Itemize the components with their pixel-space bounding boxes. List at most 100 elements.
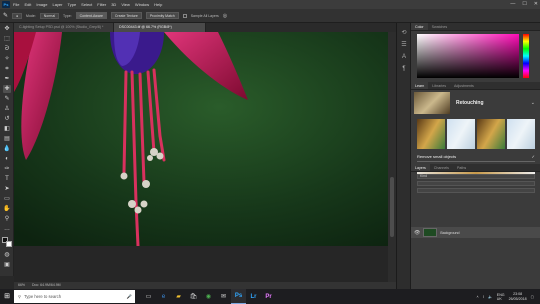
color-swatches[interactable] — [2, 237, 12, 247]
tutorial-thumbnails[interactable] — [411, 116, 540, 152]
lasso-tool-icon[interactable]: ᘐ — [3, 45, 11, 53]
taskbar-search[interactable]: ⚲ Type here to search 🎤 — [14, 290, 135, 303]
character-panel-icon[interactable]: A — [400, 53, 408, 61]
more-tools-icon[interactable]: … — [3, 225, 11, 233]
menu-filter[interactable]: Filter — [97, 2, 106, 7]
eyedropper-tool-icon[interactable]: ✒ — [3, 75, 11, 83]
sample-all-layers-checkbox[interactable] — [182, 13, 187, 18]
eye-icon[interactable]: 👁 — [414, 230, 420, 236]
chevron-down-icon[interactable]: ⌄ — [531, 100, 535, 106]
checkmark-icon: ✓ — [531, 154, 535, 159]
shape-tool-icon[interactable]: ▭ — [3, 195, 11, 203]
network-icon[interactable]: ⌇ — [483, 295, 485, 299]
properties-panel-icon[interactable]: ☰ — [400, 41, 408, 49]
minimize-icon[interactable]: — — [510, 1, 515, 7]
menu-view[interactable]: View — [121, 2, 130, 7]
fuchsia-photo — [14, 32, 388, 246]
mode-select[interactable]: Normal — [39, 12, 60, 19]
blur-tool-icon[interactable]: 💧 — [3, 145, 11, 153]
store-icon[interactable]: 🛍 — [186, 289, 201, 304]
lightroom-taskbar-icon[interactable]: Lr — [246, 289, 261, 304]
edge-icon[interactable]: e — [156, 289, 171, 304]
tab-layers[interactable]: Layers — [411, 164, 430, 171]
proximity-match-button[interactable]: Proximity Match — [145, 12, 179, 19]
content-aware-button[interactable]: Content-Aware — [75, 12, 107, 19]
menu-layer[interactable]: Layer — [52, 2, 62, 7]
gradient-tool-icon[interactable]: ▤ — [3, 135, 11, 143]
volume-icon[interactable]: 🔈 — [488, 295, 492, 299]
menu-image[interactable]: Image — [36, 2, 47, 7]
quick-select-tool-icon[interactable]: ✧ — [3, 55, 11, 63]
microphone-icon[interactable]: 🎤 — [127, 294, 132, 300]
menu-window[interactable]: Window — [135, 2, 149, 7]
zoom-tool-icon[interactable]: ⚲ — [3, 215, 11, 223]
layer-thumbnail — [423, 228, 438, 237]
layer-row-background[interactable]: 👁 Background — [411, 227, 540, 238]
brush-tool-icon[interactable]: ✎ — [3, 95, 11, 103]
scroll-thumb[interactable] — [390, 177, 394, 237]
eraser-tool-icon[interactable]: ◧ — [3, 125, 11, 133]
clone-stamp-tool-icon[interactable]: ♙ — [3, 105, 11, 113]
hue-slider[interactable] — [523, 34, 529, 78]
tab-adjustments[interactable]: Adjustments — [450, 82, 478, 89]
menu-edit[interactable]: Edit — [24, 2, 31, 7]
layer-filter[interactable]: Kind — [417, 174, 535, 179]
document-canvas[interactable] — [14, 32, 388, 246]
lock-row[interactable] — [417, 188, 535, 193]
zoom-level[interactable]: 66% — [18, 283, 25, 287]
windows-start-icon[interactable]: ⊞ — [0, 289, 14, 304]
tab-learn[interactable]: Learn — [411, 82, 429, 89]
history-brush-tool-icon[interactable]: ↺ — [3, 115, 11, 123]
menu-file[interactable]: File — [13, 2, 19, 7]
screen-mode-icon[interactable]: ▣ — [3, 261, 11, 269]
tab-channels[interactable]: Channels — [430, 164, 453, 171]
task-view-icon[interactable]: ▭ — [141, 289, 156, 304]
dodge-tool-icon[interactable]: ◐ — [3, 155, 11, 163]
tab-color[interactable]: Color — [411, 23, 428, 30]
tab-paths[interactable]: Paths — [453, 164, 470, 171]
spot-healing-brush-icon[interactable]: ✎ — [3, 12, 8, 19]
type-tool-icon[interactable]: T — [3, 175, 11, 183]
blend-mode-row[interactable] — [417, 181, 535, 186]
vertical-scrollbar[interactable] — [388, 32, 396, 282]
tutorial-item[interactable]: Remove small objects ✓ — [417, 154, 535, 162]
photoshop-taskbar-icon[interactable]: Ps — [231, 289, 246, 304]
quick-mask-icon[interactable]: ◍ — [3, 251, 11, 259]
maximize-icon[interactable]: ☐ — [522, 1, 526, 7]
notifications-icon[interactable]: ▢ — [531, 295, 534, 299]
chrome-icon[interactable]: ◉ — [201, 289, 216, 304]
color-picker-field[interactable] — [417, 34, 519, 78]
mail-icon[interactable]: ✉ — [216, 289, 231, 304]
clock[interactable]: 23:08 26/05/2018 — [509, 292, 527, 301]
menu-help[interactable]: Help — [154, 2, 162, 7]
move-tool-icon[interactable]: ✥ — [3, 25, 11, 33]
marquee-tool-icon[interactable]: ⬚ — [3, 35, 11, 43]
pen-tool-icon[interactable]: ✑ — [3, 165, 11, 173]
tab-swatches[interactable]: Swatches — [428, 23, 452, 30]
history-panel-icon[interactable]: ⟲ — [400, 29, 408, 37]
menu-type[interactable]: Type — [68, 2, 77, 7]
tab-libraries[interactable]: Libraries — [428, 82, 450, 89]
path-select-tool-icon[interactable]: ➤ — [3, 185, 11, 193]
premiere-taskbar-icon[interactable]: Pr — [261, 289, 276, 304]
menu-3d[interactable]: 3D — [111, 2, 116, 7]
paragraph-panel-icon[interactable]: ¶ — [400, 65, 408, 73]
learn-topic-title: Retouching — [456, 100, 484, 106]
crop-tool-icon[interactable]: ⌗ — [3, 65, 11, 73]
brush-size-picker[interactable]: ● — [12, 12, 23, 19]
doc-tab-lighting-setup[interactable]: C-lighting Setup PSD.psd @ 100% (Studio_… — [14, 23, 114, 32]
pressure-icon[interactable]: ◎ — [223, 13, 227, 19]
hand-tool-icon[interactable]: ✋ — [3, 205, 11, 213]
close-icon[interactable]: ✕ — [534, 1, 538, 7]
photoshop-logo-icon: Ps — [2, 1, 10, 8]
healing-brush-tool-icon[interactable]: ✚ — [3, 85, 11, 93]
file-explorer-icon[interactable]: ▰ — [171, 289, 186, 304]
chevron-up-icon[interactable]: ˄ — [476, 295, 478, 299]
clock-date: 26/05/2018 — [508, 296, 527, 301]
tools-panel: ✥ ⬚ ᘐ ✧ ⌗ ✒ ✚ ✎ ♙ ↺ ◧ ▤ 💧 ◐ ✑ T ➤ ▭ ✋ ⚲ … — [0, 23, 14, 276]
language-indicator[interactable]: ENG UK — [497, 293, 505, 301]
create-texture-button[interactable]: Create Texture — [110, 12, 142, 19]
doc-tab-dsc00443[interactable]: DSC00443.tif @ 66.7% (RGB/8*) — [114, 23, 206, 32]
menu-select[interactable]: Select — [81, 2, 92, 7]
learn-topic-header[interactable]: Retouching ⌄ — [411, 90, 540, 116]
